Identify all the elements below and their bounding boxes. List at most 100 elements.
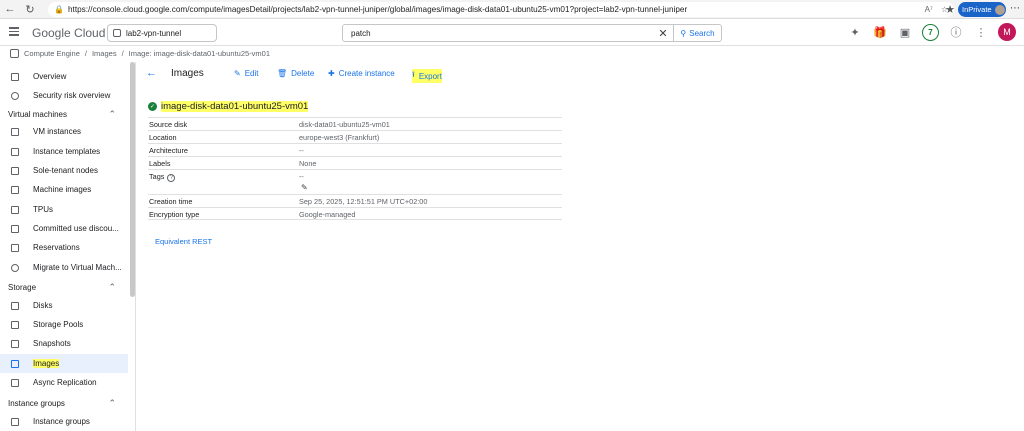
detail-row: Source disk disk-data01-ubuntu25-vm01 [148, 117, 562, 130]
create-instance-label: Create instance [338, 69, 395, 78]
add-instance-icon: ✚ [328, 69, 335, 78]
clear-icon[interactable]: ✕ [653, 27, 673, 40]
section-storage[interactable]: Storage ⌃ [0, 279, 128, 295]
sidebar-item-label: TPUs [33, 205, 53, 214]
back-icon[interactable]: ← [0, 0, 20, 19]
sidebar-item-machine-images[interactable]: Machine images [0, 180, 128, 199]
detail-row: Labels None [148, 156, 562, 169]
help-circle-icon[interactable]: ? [167, 174, 176, 182]
sidebar-item-instance-templates[interactable]: Instance templates [0, 142, 128, 161]
edit-label: Edit [244, 69, 259, 78]
address-bar[interactable]: 🔒 https://console.cloud.google.com/compu… [48, 2, 954, 17]
logo-cloud: Cloud [74, 26, 106, 40]
sidebar-item-vm-instances[interactable]: VM instances [0, 122, 128, 141]
project-icon [113, 29, 121, 37]
help-icon[interactable]: ⓘ [948, 24, 964, 40]
section-title: Storage [8, 282, 37, 292]
sidebar-item-reservations[interactable]: Reservations [0, 238, 128, 257]
detail-key: Source disk [149, 120, 188, 129]
sidebar-item-label: Overview [33, 72, 67, 81]
search-button-label: Search [689, 28, 715, 38]
read-aloud-icon[interactable]: A⁷ [925, 5, 933, 14]
gemini-icon[interactable]: ✦ [847, 24, 863, 40]
sidebar-item-sole-tenant-nodes[interactable]: Sole-tenant nodes [0, 161, 128, 180]
storage-pool-icon [11, 320, 19, 329]
section-virtual-machines[interactable]: Virtual machines ⌃ [0, 106, 128, 122]
sidebar-item-label: Reservations [33, 243, 80, 252]
menu-icon[interactable] [9, 27, 19, 36]
delete-button[interactable]: 🗑 Delete [277, 69, 314, 78]
sidebar-item-disks[interactable]: Disks [0, 296, 128, 315]
breadcrumb-separator: / [121, 49, 124, 58]
detail-row: Creation time Sep 25, 2025, 12:51:51 PM … [148, 194, 562, 207]
image-icon [11, 359, 19, 368]
discount-icon [11, 224, 19, 233]
export-button[interactable]: ⭱ Export [412, 69, 442, 83]
cloud-shell-icon[interactable]: ▣ [897, 24, 913, 40]
edit-tags-icon[interactable]: ✎ [301, 183, 308, 192]
sidebar-item-label: Instance groups [33, 417, 90, 426]
sidebar-item-instance-groups[interactable]: Instance groups [0, 412, 128, 431]
edit-button[interactable]: ✎ Edit [234, 69, 259, 78]
url-text: https://console.cloud.google.com/compute… [68, 5, 688, 14]
account-avatar[interactable]: M [998, 23, 1016, 41]
sidebar-item-committed-use[interactable]: Committed use discou... [0, 219, 128, 238]
trash-icon: 🗑 [277, 69, 288, 78]
search-button[interactable]: ⚲ Search [673, 25, 721, 41]
sidebar-item-storage-pools[interactable]: Storage Pools [0, 315, 128, 334]
chevron-up-icon: ⌃ [108, 281, 116, 292]
sidebar-item-label: Security risk overview [33, 91, 111, 100]
details-table: Source disk disk-data01-ubuntu25-vm01 Lo… [148, 117, 562, 220]
sidebar-item-label: Instance templates [33, 147, 101, 156]
favorites-icon[interactable]: ★ [940, 0, 960, 19]
replication-icon [11, 378, 19, 387]
export-label: Export [418, 71, 442, 81]
more-vert-icon[interactable]: ⋮ [973, 24, 989, 40]
sidebar-item-migrate[interactable]: Migrate to Virtual Mach... [0, 258, 128, 277]
create-instance-button[interactable]: ✚ Create instance [328, 69, 395, 78]
detail-value: Google-managed [299, 210, 356, 219]
sidebar-item-images[interactable]: Images [0, 354, 128, 373]
lock-icon: 🔒 [54, 5, 64, 14]
sidebar-item-label: Images [33, 359, 60, 368]
sidebar-item-tpus[interactable]: TPUs [0, 200, 128, 219]
sidebar-item-overview[interactable]: Overview [0, 67, 128, 86]
detail-key: Tags [149, 172, 165, 181]
project-picker[interactable]: lab2-vpn-tunnel [107, 24, 217, 42]
detail-value: disk-data01-ubuntu25-vm01 [299, 120, 390, 129]
inprivate-badge[interactable]: InPrivate [958, 2, 1006, 17]
breadcrumb: Compute Engine / Images / Image: image-d… [0, 46, 1024, 61]
equivalent-rest-link[interactable]: Equivalent REST [155, 237, 212, 246]
search-box[interactable]: patch ✕ ⚲ Search [342, 24, 722, 42]
sidebar-item-snapshots[interactable]: Snapshots [0, 334, 128, 353]
detail-key: Architecture [149, 146, 188, 155]
sidebar-scrollbar[interactable] [130, 62, 135, 297]
detail-key: Encryption type [149, 210, 200, 219]
refresh-icon[interactable]: ↻ [20, 0, 40, 19]
breadcrumb-compute-engine[interactable]: Compute Engine [24, 49, 80, 58]
search-input[interactable]: patch [343, 29, 653, 38]
sidebar-item-label: Migrate to Virtual Mach... [33, 263, 122, 272]
sidebar-item-async-replication[interactable]: Async Replication [0, 373, 128, 392]
breadcrumb-images[interactable]: Images [92, 49, 117, 58]
sidebar-item-label: VM instances [33, 127, 82, 136]
chevron-up-icon: ⌃ [108, 397, 116, 408]
check-circle-icon: ✓ [148, 102, 157, 111]
sidebar-item-security-risk-overview[interactable]: Security risk overview [0, 86, 128, 105]
detail-row: Architecture -- [148, 143, 562, 156]
image-name: image-disk-data01-ubuntu25-vm01 [161, 101, 309, 112]
sidebar-item-label: Snapshots [33, 339, 71, 348]
back-arrow-icon[interactable]: ← [146, 67, 157, 79]
detail-key: Creation time [149, 197, 193, 206]
instance-group-icon [11, 417, 19, 426]
notifications-badge[interactable]: 7 [922, 23, 939, 41]
gift-icon[interactable]: 🎁 [872, 24, 888, 40]
more-icon[interactable]: ⋯ [1010, 3, 1020, 14]
section-instance-groups[interactable]: Instance groups ⌃ [0, 395, 128, 411]
google-cloud-logo[interactable]: Google Cloud [32, 26, 105, 40]
image-title: ✓ image-disk-data01-ubuntu25-vm01 [148, 101, 309, 112]
sidebar-item-label: Sole-tenant nodes [33, 166, 98, 175]
pencil-icon: ✎ [234, 69, 241, 78]
sidebar: Overview Security risk overview Virtual … [0, 62, 136, 431]
compute-engine-icon [10, 49, 19, 58]
